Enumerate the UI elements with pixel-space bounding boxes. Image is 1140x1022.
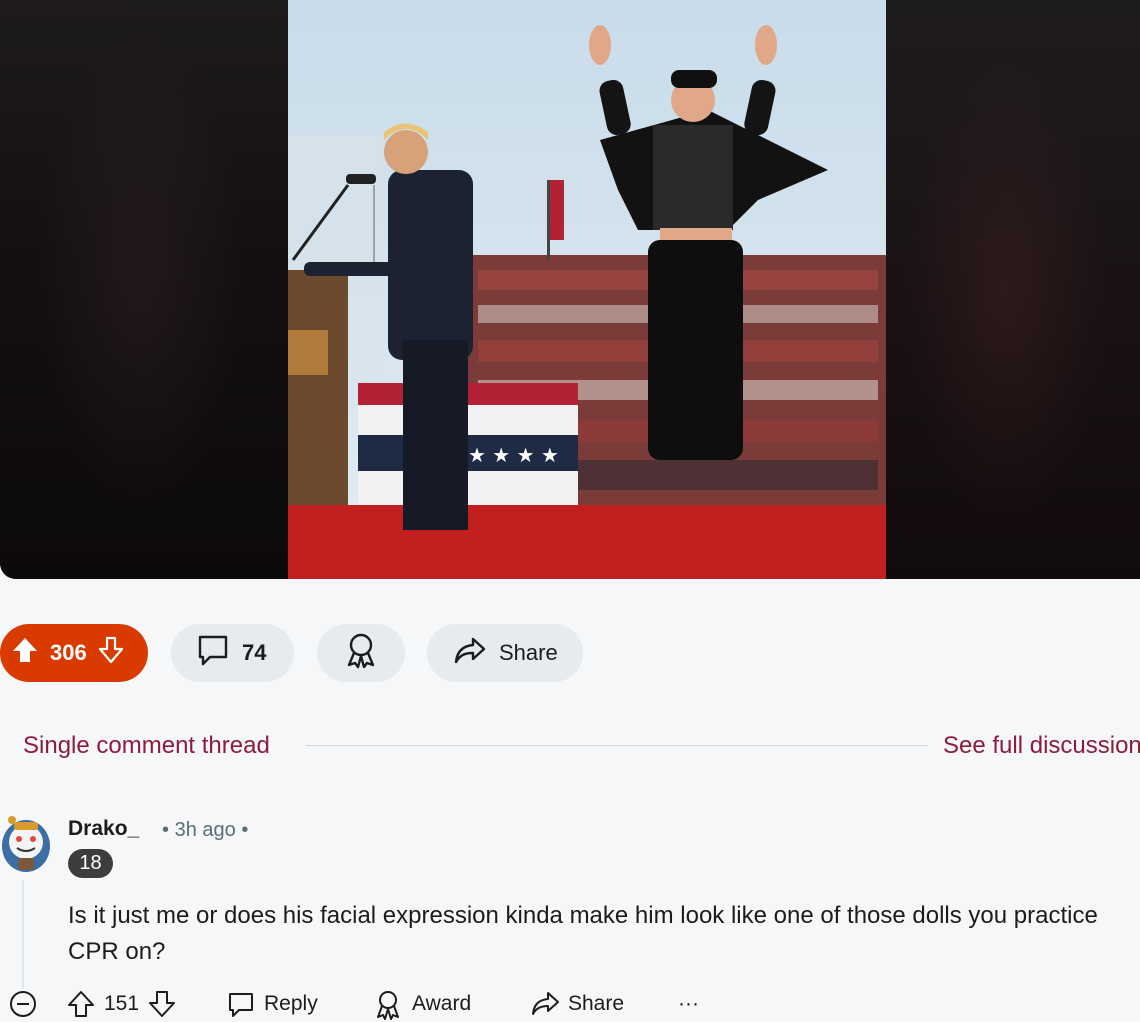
- see-full-discussion-link[interactable]: See full discussion: [943, 732, 1140, 760]
- award-label: Award: [412, 992, 472, 1015]
- award-button[interactable]: [317, 624, 405, 682]
- vote-control: 306: [0, 624, 148, 682]
- post-image[interactable]: ★ ★ ★ ★: [288, 0, 886, 579]
- downvote-icon[interactable]: [147, 989, 177, 1019]
- meta-dot: •: [241, 819, 249, 841]
- media-blur-right: [886, 0, 1140, 579]
- media-blur-left: [0, 0, 288, 579]
- comment-text: Is it just me or does his facial express…: [68, 902, 1098, 965]
- reply-label: Reply: [264, 992, 318, 1015]
- award-button[interactable]: Award: [372, 986, 471, 1022]
- share-label: Share: [499, 640, 558, 665]
- comment-count: 74: [242, 640, 267, 665]
- post-vote-count: 306: [50, 640, 87, 665]
- comment-author[interactable]: Drako_: [68, 817, 139, 841]
- svg-text:★ ★ ★ ★: ★ ★ ★ ★: [468, 443, 559, 467]
- comment-meta: • 3h ago •: [162, 819, 248, 842]
- collapse-icon: [8, 989, 38, 1019]
- share-label: Share: [568, 992, 625, 1015]
- upvote-icon[interactable]: [66, 989, 96, 1019]
- comment-icon: [196, 633, 230, 673]
- post-media[interactable]: ★ ★ ★ ★: [0, 0, 1140, 579]
- reply-icon: [226, 989, 256, 1019]
- more-options-button[interactable]: ···: [678, 986, 699, 1022]
- upvote-icon[interactable]: [10, 635, 40, 671]
- share-icon: [453, 635, 487, 671]
- award-icon: [372, 988, 404, 1020]
- user-flair-badge: 18: [68, 849, 113, 878]
- collapse-button[interactable]: [8, 986, 38, 1022]
- avatar[interactable]: [0, 812, 52, 874]
- single-comment-thread-label: Single comment thread: [23, 732, 270, 759]
- thread-header: Single comment thread See full discussio…: [0, 730, 1140, 766]
- thread-divider: [306, 745, 928, 746]
- meta-dot: •: [162, 819, 170, 841]
- reply-button[interactable]: Reply: [226, 986, 318, 1022]
- thread-indent-line[interactable]: [22, 880, 24, 988]
- downvote-icon[interactable]: [97, 635, 125, 671]
- comment-vote-count: 151: [104, 992, 140, 1015]
- comment-vote-control: 151: [66, 986, 177, 1022]
- share-button[interactable]: Share: [427, 624, 583, 682]
- comment-action-bar: 151 Reply Award Share ···: [0, 986, 1140, 1022]
- share-icon: [530, 990, 560, 1018]
- comments-button[interactable]: 74: [171, 624, 294, 682]
- more-icon: ···: [678, 992, 699, 1015]
- award-icon: [343, 631, 379, 675]
- share-button[interactable]: Share: [530, 986, 624, 1022]
- post-action-bar: 306 74 Share: [0, 624, 1140, 684]
- comment-time: 3h ago: [174, 819, 236, 841]
